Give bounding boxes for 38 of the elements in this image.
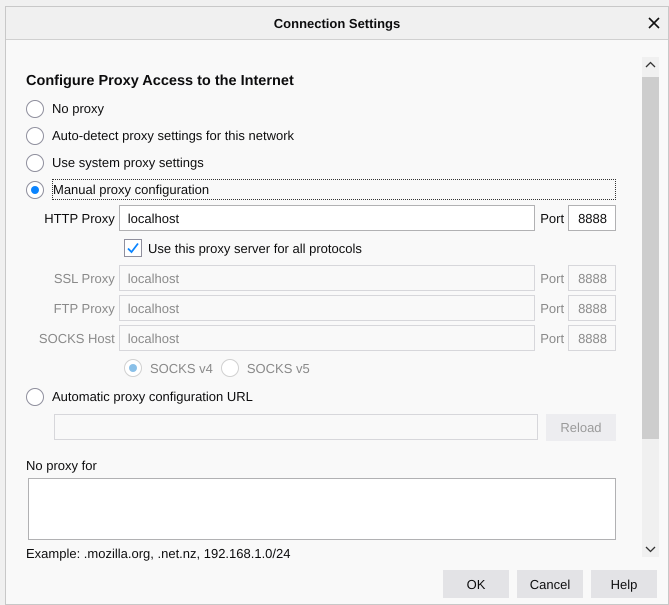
radio-button[interactable] bbox=[26, 126, 44, 144]
radio-button[interactable] bbox=[124, 359, 142, 377]
url-field[interactable] bbox=[54, 414, 538, 440]
dialog-button[interactable]: Help bbox=[591, 570, 657, 598]
port-label: Port bbox=[540, 270, 564, 286]
radio-label: No proxy bbox=[52, 101, 104, 116]
radio-button[interactable] bbox=[26, 388, 44, 406]
proxy-label: FTP Proxy bbox=[52, 300, 115, 316]
radio-label: SOCKS v4 bbox=[150, 360, 213, 376]
radio-button[interactable] bbox=[26, 100, 44, 118]
radio-label: Manual proxy configuration bbox=[52, 179, 616, 200]
no-proxy-label: No proxy for bbox=[26, 458, 98, 473]
dialog-title: Connection Settings bbox=[274, 16, 400, 30]
example-text: Example: .mozilla.org, .net.nz, 192.168.1.0/24 bbox=[26, 546, 292, 561]
radio-button[interactable] bbox=[26, 180, 44, 198]
proxy-label: SOCKS Host bbox=[38, 330, 115, 346]
port-label: Port bbox=[540, 300, 564, 316]
proxy-label: SSL Proxy bbox=[52, 270, 115, 286]
radio-label: SOCKS v5 bbox=[246, 360, 310, 376]
dialog-button[interactable]: OK bbox=[443, 570, 509, 598]
proxy-host-field[interactable]: localhost bbox=[118, 205, 536, 231]
radio-button[interactable] bbox=[26, 154, 44, 172]
no-proxy-text-area[interactable] bbox=[28, 478, 616, 540]
port-label: Port bbox=[540, 330, 564, 346]
section-heading: Configure Proxy Access to the Internet bbox=[26, 73, 295, 89]
port-label: Port bbox=[540, 210, 564, 226]
radio-label: Automatic proxy configuration URL bbox=[52, 389, 253, 404]
port-field[interactable]: 8888 bbox=[568, 205, 616, 231]
scroll-bar[interactable] bbox=[642, 57, 659, 557]
checkbox[interactable] bbox=[124, 239, 142, 257]
radio-label: Auto-detect proxy settings for this network bbox=[52, 128, 294, 143]
radio-label: Use system proxy settings bbox=[52, 155, 204, 170]
dialog-button[interactable]: Cancel bbox=[517, 570, 583, 598]
checkbox-label: Use this proxy server for all protocols bbox=[148, 240, 362, 256]
scroll-thumb[interactable] bbox=[642, 77, 659, 439]
radio-button[interactable] bbox=[220, 359, 239, 377]
close-icon bbox=[647, 16, 661, 30]
proxy-label: HTTP Proxy bbox=[43, 210, 115, 226]
